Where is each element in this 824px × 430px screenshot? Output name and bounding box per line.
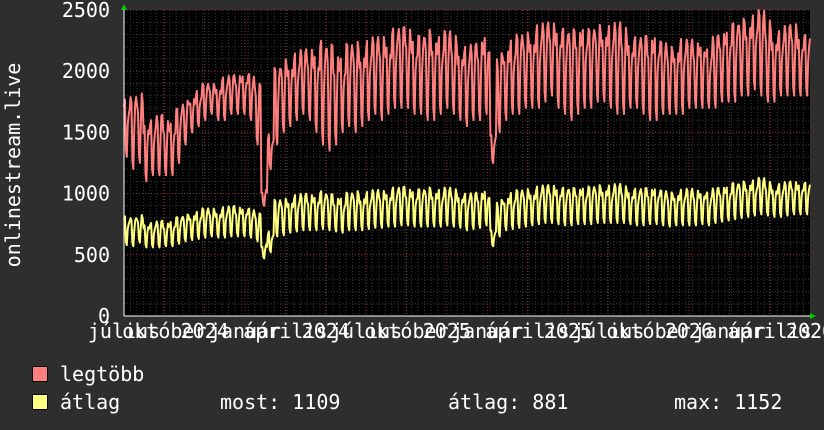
x-tick-label: 2026 [786, 319, 824, 343]
legend-swatch-atlag [32, 394, 48, 410]
legend-swatch-legtobb [32, 366, 48, 382]
y-tick-label: 2500 [62, 0, 110, 22]
y-tick-label: 500 [74, 243, 110, 267]
y-axis-arrow [121, 4, 127, 10]
legend-label-legtobb: legtöbb [60, 362, 145, 386]
stat-atlag: átlag: 881 [448, 390, 569, 414]
stat-max: max: 1152 [674, 390, 783, 414]
chart: 05001000150020002500júliusoktóber2024jan… [1, 0, 824, 343]
y-axis-label: onlinestream.live [1, 63, 25, 268]
y-tick-label: 1000 [62, 182, 110, 206]
stat-most: most: 1109 [220, 390, 341, 414]
y-tick-label: 1500 [62, 120, 110, 144]
legend-label-atlag: átlag [60, 390, 121, 414]
legend-item-atlag: átlag most: 1109 átlag: 881 max: 1152 [32, 390, 822, 414]
y-tick-label: 2000 [62, 59, 110, 83]
